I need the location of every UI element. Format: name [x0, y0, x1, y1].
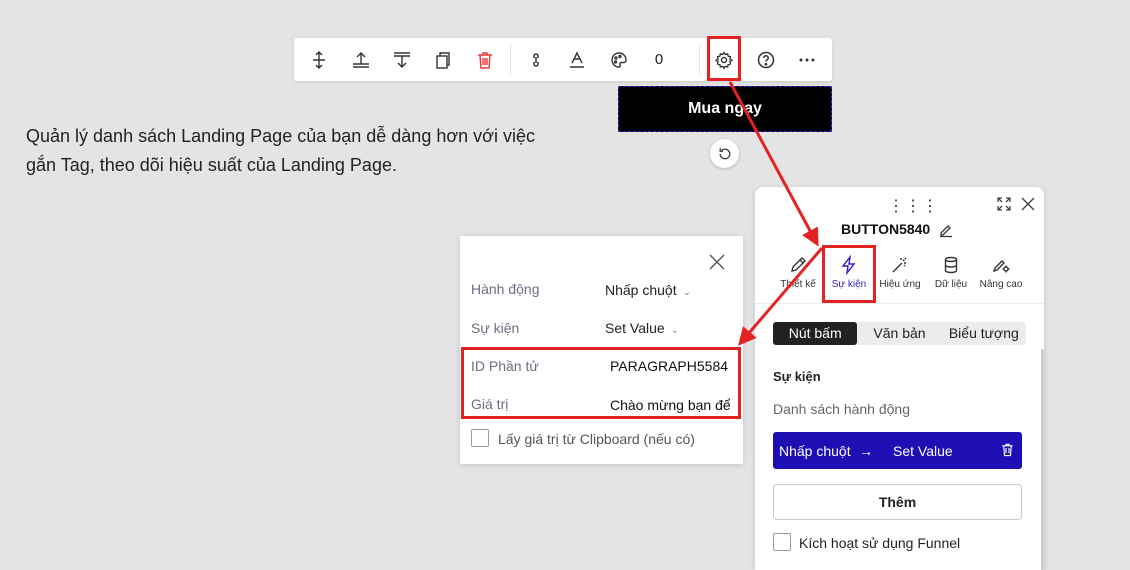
text-color-button[interactable]	[561, 44, 593, 75]
align-bottom-button[interactable]	[386, 44, 418, 75]
segment-icon[interactable]: Biểu tượng	[942, 322, 1026, 345]
count-value: 0	[654, 51, 664, 68]
tabs-divider	[755, 303, 1044, 304]
tab-data[interactable]: Dữ liệu	[923, 255, 979, 290]
tab-design[interactable]: Thiết kế	[770, 255, 826, 290]
buy-now-button[interactable]: Mua ngay	[618, 86, 832, 132]
edit-name-icon[interactable]	[938, 222, 954, 238]
clipboard-label: Lấy giá trị từ Clipboard (nếu có)	[498, 431, 695, 447]
clipboard-checkbox[interactable]	[471, 429, 489, 447]
trash-icon	[478, 51, 492, 69]
action-label: Hành động	[471, 281, 540, 297]
database-icon	[944, 256, 958, 274]
properties-panel: ⋮⋮⋮ BUTTON5840 Thiết kế Sự kiện Hiệu ứng…	[755, 187, 1044, 570]
rotate-icon	[719, 147, 730, 159]
element-name: BUTTON5840	[841, 221, 931, 237]
event-select-value: Set Value	[605, 320, 665, 336]
more-button[interactable]	[791, 44, 823, 75]
delete-button[interactable]	[469, 44, 501, 75]
tab-effects[interactable]: Hiệu ứng	[872, 255, 928, 290]
section-subtitle: Danh sách hành động	[773, 401, 910, 417]
action-select[interactable]: Nhấp chuột ⌄	[605, 282, 691, 298]
action-item[interactable]: Nhấp chuột → Set Value	[773, 432, 1022, 469]
events-tab-highlight-box	[822, 245, 876, 303]
segment-control: Nút bấm Văn bản Biểu tượng	[773, 322, 1026, 345]
funnel-checkbox[interactable]	[773, 533, 791, 551]
chevron-down-icon: ⌄	[670, 325, 680, 336]
align-top-button[interactable]	[345, 44, 377, 75]
trash-icon[interactable]	[1000, 442, 1015, 457]
text-color-icon	[570, 50, 584, 68]
event-label: Sự kiện	[471, 320, 520, 336]
expand-icon[interactable]	[996, 196, 1012, 212]
link-icon	[533, 52, 539, 67]
paragraph-text[interactable]: Quản lý danh sách Landing Page của bạn d…	[26, 122, 566, 180]
align-bottom-icon	[394, 51, 410, 68]
tab-advanced-label: Nâng cao	[979, 279, 1023, 290]
magic-wand-icon	[892, 257, 907, 273]
action-trigger: Nhấp chuột	[779, 443, 851, 459]
chevron-down-icon: ⌄	[682, 287, 691, 298]
move-vertical-button[interactable]	[303, 44, 335, 75]
action-arrow: →	[859, 443, 873, 459]
toolbar-divider	[510, 44, 511, 75]
gear-highlight-box	[707, 36, 741, 81]
duplicate-button[interactable]	[427, 44, 459, 75]
action-event: Set Value	[893, 443, 953, 459]
advanced-icon	[992, 260, 1010, 273]
tab-design-label: Thiết kế	[780, 279, 816, 290]
tab-effects-label: Hiệu ứng	[879, 279, 921, 290]
more-icon	[799, 58, 815, 61]
duplicate-icon	[436, 51, 450, 69]
layer-count: 0	[643, 44, 675, 75]
action-select-value: Nhấp chuột	[605, 282, 677, 298]
section-title: Sự kiện	[773, 369, 821, 384]
event-select[interactable]: Set Value ⌄	[605, 320, 679, 336]
link-button[interactable]	[520, 44, 552, 75]
fields-highlight-box	[461, 347, 741, 419]
palette-button[interactable]	[603, 44, 635, 75]
toolbar-divider	[699, 44, 700, 75]
element-toolbar: 0	[294, 38, 832, 81]
palette-icon	[611, 51, 627, 68]
segment-text[interactable]: Văn bản	[857, 322, 941, 345]
align-top-icon	[353, 51, 369, 68]
move-vertical-icon	[313, 50, 325, 69]
close-icon[interactable]	[1020, 196, 1036, 212]
scrollbar[interactable]	[1041, 349, 1044, 570]
help-icon	[757, 51, 775, 68]
drag-handle-icon[interactable]: ⋮⋮⋮	[888, 196, 939, 216]
close-icon[interactable]	[708, 253, 726, 271]
help-button[interactable]	[750, 44, 782, 75]
rotate-handle[interactable]	[710, 139, 739, 168]
add-action-button[interactable]: Thêm	[773, 484, 1022, 520]
segment-button[interactable]: Nút bấm	[773, 322, 858, 345]
tab-data-label: Dữ liệu	[934, 279, 968, 290]
tab-advanced[interactable]: Nâng cao	[973, 255, 1029, 290]
pencil-icon	[791, 257, 806, 272]
funnel-label: Kích hoạt sử dụng Funnel	[799, 535, 961, 551]
